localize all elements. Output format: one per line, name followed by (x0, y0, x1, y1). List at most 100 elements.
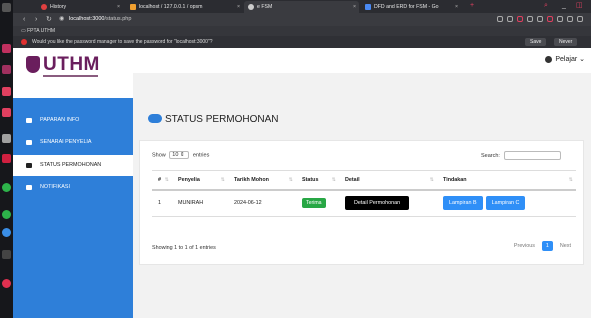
user-icon (545, 55, 553, 63)
telegram-icon[interactable] (2, 228, 11, 237)
password-prompt-text: Would you like the password manager to s… (32, 39, 213, 45)
messenger-icon[interactable] (2, 210, 11, 219)
sort-icon: ⇅ (164, 177, 169, 183)
close-icon[interactable]: × (117, 1, 120, 13)
vpn-icon[interactable] (547, 16, 553, 22)
close-icon[interactable]: × (237, 1, 240, 13)
sidebar-app-icon[interactable] (2, 65, 11, 74)
column-header-tindakan[interactable]: Tindakan ⇅ (437, 170, 576, 191)
save-password-button[interactable]: Save (525, 38, 547, 46)
extension-icon[interactable] (507, 16, 513, 22)
entries-select[interactable]: 10 ⇕ (169, 151, 190, 159)
docs-icon (365, 3, 371, 10)
new-tab-icon[interactable]: + (470, 0, 474, 12)
user-menu[interactable]: Pelajar ⌄ (545, 55, 585, 63)
url-field[interactable]: localhost:3000/status.php (69, 15, 131, 24)
opera-menu-icon[interactable] (2, 3, 11, 12)
status-table: # ⇅ Penyelia ⇅ Tarikh Mohon ⇅ Status ⇅ Detai… (152, 170, 576, 217)
uthm-logo[interactable]: UTHM (13, 48, 133, 98)
row-number: 1 (152, 189, 172, 217)
column-header-tarikh[interactable]: Tarikh Mohon ⇅ (228, 170, 296, 191)
pagination: Previous 1 Next (510, 241, 575, 251)
browser-side-rail (0, 0, 13, 318)
efsm-app: UTHM PAPARAN INFO SENARAI PENYELIA STATU… (13, 48, 591, 318)
penyelia-cell: MUNIRAH (172, 189, 228, 217)
sidebar-app-icon[interactable] (2, 134, 11, 143)
search-input[interactable] (503, 151, 561, 160)
download-icon[interactable] (577, 16, 583, 22)
previous-page-button[interactable]: Previous (510, 241, 539, 251)
tab-phpmyadmin[interactable]: localhost / 127.0.0.1 / opsm × (126, 1, 243, 13)
extension-icon[interactable] (497, 16, 503, 22)
lampiran-c-button[interactable]: Lampiran C (485, 196, 526, 211)
sidebar-item-paparan-info[interactable]: PAPARAN INFO (13, 110, 133, 131)
sidebar-item-status-permohonan[interactable]: STATUS PERMOHONAN (13, 155, 133, 176)
extension-icon[interactable] (517, 16, 523, 22)
tarikh-cell: 2024-06-12 (228, 189, 296, 217)
close-icon[interactable]: × (353, 1, 356, 13)
cloud-icon (148, 113, 162, 123)
x-icon[interactable] (2, 250, 11, 259)
table-row: 1 MUNIRAH 2024-06-12 Terima Detail Permo… (152, 189, 576, 217)
reload-icon[interactable]: ↻ (46, 13, 52, 26)
tab-google-docs[interactable]: DFD and ERD for FSM - Go × (361, 1, 461, 13)
sidebar-app-icon[interactable] (2, 87, 11, 96)
person-icon (26, 140, 32, 145)
site-info-icon[interactable]: ◉ (59, 13, 64, 26)
sort-icon: ⇅ (429, 177, 434, 183)
column-header-status[interactable]: Status ⇅ (296, 170, 339, 191)
minimize-icon[interactable]: _ (562, 0, 566, 12)
camera-icon[interactable] (557, 16, 563, 22)
tindakan-cell: Lampiran B Lampiran C (437, 189, 576, 217)
lampiran-b-button[interactable]: Lampiran B (443, 196, 483, 211)
detail-cell: Detail Permohonan (339, 189, 437, 217)
sidebar: UTHM PAPARAN INFO SENARAI PENYELIA STATU… (13, 48, 133, 318)
history-icon (41, 3, 47, 10)
sidebar-app-icon[interactable] (2, 108, 11, 117)
bookmark-fpta[interactable]: FPTA UTHM (27, 28, 55, 34)
sort-icon: ⇅ (568, 177, 573, 183)
search-tabs-icon[interactable]: ⌕ (544, 0, 548, 12)
profile-icon[interactable] (567, 16, 573, 22)
status-badge: Terima (302, 198, 326, 209)
dashboard-icon (26, 118, 32, 123)
snap-icon[interactable]: ◫ (576, 0, 583, 12)
table-search: Search: (481, 151, 561, 160)
close-icon[interactable]: × (455, 1, 458, 13)
logo-tagline-bar (43, 75, 98, 77)
tab-bar: History × localhost / 127.0.0.1 / opsm × e… (13, 0, 591, 13)
toolbar-icons (493, 16, 583, 24)
forward-icon[interactable]: › (35, 13, 37, 26)
sidebar-item-notifikasi[interactable]: NOTIFIKASI (13, 177, 133, 198)
sort-icon: ⇅ (220, 177, 225, 183)
address-bar: ‹ › ↻ ◉ localhost:3000/status.php (13, 13, 591, 26)
column-header-detail[interactable]: Detail ⇅ (339, 170, 437, 191)
main-content: STATUS PERMOHONAN Show 10 ⇕ entries Sear… (133, 73, 591, 318)
heart-icon[interactable] (537, 16, 543, 22)
globe-icon (248, 3, 254, 10)
uthm-emblem-icon (26, 56, 40, 73)
never-button[interactable]: Never (554, 38, 578, 46)
table-info: Showing 1 to 1 of 1 entries (152, 245, 216, 251)
next-page-button[interactable]: Next (556, 241, 575, 251)
sidebar-app-icon[interactable] (2, 279, 11, 288)
sidebar-item-senarai-penyelia[interactable]: SENARAI PENYELIA (13, 132, 133, 153)
back-icon[interactable]: ‹ (23, 13, 25, 26)
key-icon (21, 38, 27, 45)
whatsapp-icon[interactable] (2, 183, 11, 192)
bell-icon (26, 185, 32, 190)
tab-efsm[interactable]: e FSM × (244, 1, 359, 13)
chevron-down-icon: ⌄ (579, 56, 585, 63)
tab-history[interactable]: History × (37, 1, 123, 13)
page-1-button[interactable]: 1 (541, 241, 553, 251)
top-bar: Pelajar ⌄ (133, 48, 591, 73)
sort-icon: ⇅ (331, 177, 336, 183)
sidebar-app-icon[interactable] (2, 44, 11, 53)
column-header-number[interactable]: # ⇅ (152, 170, 172, 191)
player-icon[interactable] (527, 16, 533, 22)
status-table-card: Show 10 ⇕ entries Search: # ⇅ Penyelia ⇅ T… (139, 140, 584, 265)
sort-icon: ⇅ (288, 177, 293, 183)
detail-permohonan-button[interactable]: Detail Permohonan (345, 196, 410, 211)
sidebar-app-icon[interactable] (2, 154, 11, 163)
column-header-penyelia[interactable]: Penyelia ⇅ (172, 170, 228, 191)
